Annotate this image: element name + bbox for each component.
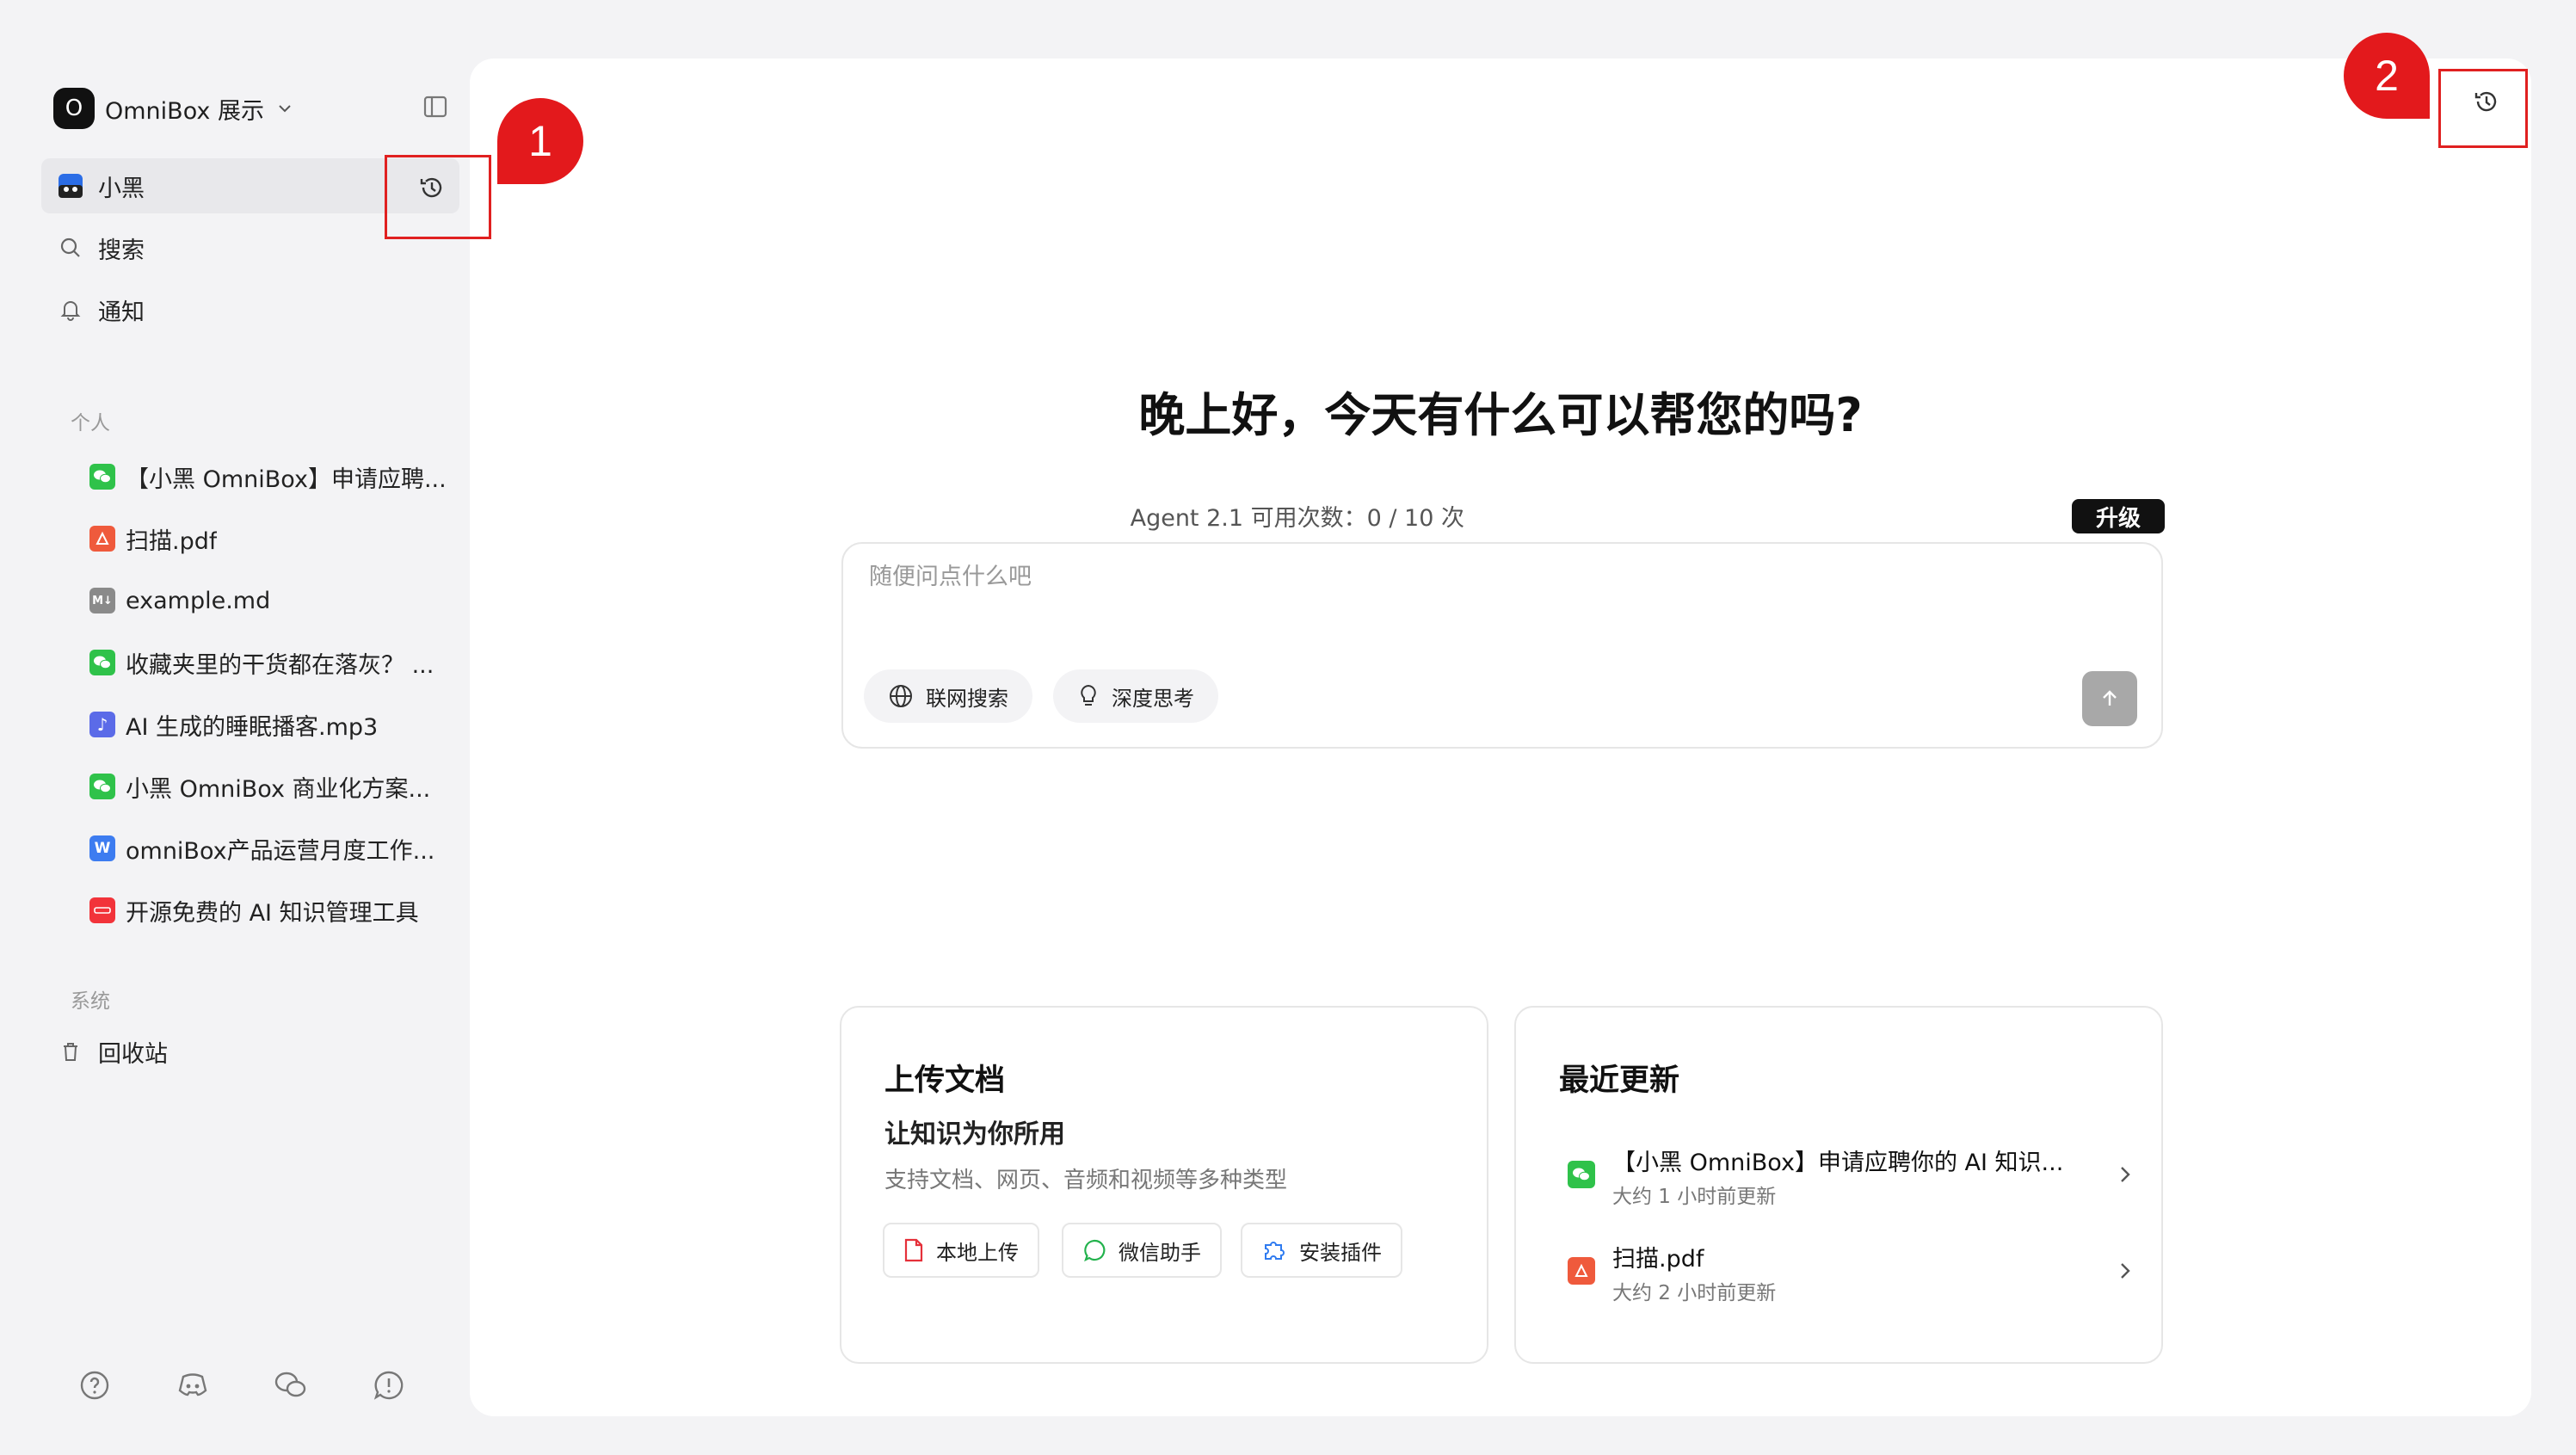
doc-label: 开源免费的 AI 知识管理工具 (126, 899, 419, 927)
chevron-right-icon (2121, 1167, 2130, 1182)
recent-item[interactable]: 扫描.pdf 大约 2 小时前更新 (1568, 1240, 2135, 1309)
sidebar-doc[interactable]: 收藏夹里的干货都在落灰？ ... (89, 642, 451, 683)
sidebar-doc[interactable]: 开源免费的 AI 知识管理工具 (89, 890, 451, 931)
recent-item-title: 扫描.pdf (1612, 1246, 1704, 1273)
deep-think-toggle[interactable]: 深度思考 (1053, 669, 1218, 723)
upgrade-button[interactable]: 升级 (2072, 499, 2165, 533)
wechat-icon (89, 464, 115, 490)
audio-icon: ♪ (89, 712, 115, 737)
web-search-toggle[interactable]: 联网搜索 (864, 669, 1032, 723)
arrow-up-icon (2103, 690, 2117, 706)
chevron-right-icon (2121, 1263, 2130, 1279)
upload-card-desc: 支持文档、网页、音频和视频等多种类型 (884, 1168, 1288, 1193)
sidebar-item-label: 回收站 (98, 1040, 168, 1068)
recent-item-time: 大约 1 小时前更新 (1612, 1186, 1777, 1208)
section-label-system: 系统 (71, 990, 110, 1013)
wechat-icon (89, 774, 115, 799)
puzzle-icon (1265, 1242, 1285, 1260)
recent-item-time: 大约 2 小时前更新 (1612, 1282, 1777, 1304)
sidebar-doc[interactable]: 小黑 OmniBox 商业化方案... (89, 766, 451, 807)
doc-label: example.md (126, 587, 271, 614)
pdf-icon (1568, 1257, 1595, 1285)
sidebar-item-label: 小黑 (98, 175, 145, 202)
chat-box: 联网搜索 深度思考 (841, 542, 2163, 749)
trash-icon (57, 1038, 84, 1065)
wechat-helper-button[interactable]: 微信助手 (1062, 1223, 1222, 1278)
globe-icon (890, 685, 912, 707)
local-upload-button[interactable]: 本地上传 (883, 1223, 1039, 1278)
chevron-down-icon (279, 105, 291, 113)
lightbulb-icon (1081, 684, 1096, 706)
doc-label: 小黑 OmniBox 商业化方案... (126, 775, 431, 803)
section-label-personal: 个人 (71, 412, 110, 435)
callout-box-2 (2438, 69, 2528, 148)
feedback-icon[interactable] (372, 1368, 406, 1403)
sidebar-doc[interactable]: 扫描.pdf (89, 518, 451, 559)
doc-label: 【小黑 OmniBox】申请应聘... (126, 465, 447, 493)
sidebar-doc[interactable]: ♪ AI 生成的睡眠播客.mp3 (89, 704, 451, 745)
upload-card: 上传文档 让知识为你所用 支持文档、网页、音频和视频等多种类型 本地上传 微信助… (840, 1006, 1488, 1364)
sidebar-footer (77, 1368, 406, 1403)
upload-card-subtitle: 让知识为你所用 (884, 1119, 1065, 1150)
workspace-name: OmniBox 展示 (105, 97, 264, 125)
doc-label: omniBox产品运营月度工作... (126, 837, 435, 865)
upload-card-title: 上传文档 (884, 1064, 1006, 1098)
help-icon[interactable] (77, 1368, 112, 1403)
markdown-icon: M↓ (89, 588, 115, 613)
greeting: 晚上好，今天有什么可以帮您的吗? (1138, 388, 1863, 442)
send-button[interactable] (2082, 671, 2137, 726)
wechat-icon[interactable] (274, 1368, 308, 1403)
sidebar-toggle-icon[interactable] (422, 93, 449, 120)
doc-label: 扫描.pdf (126, 527, 218, 555)
sidebar-item-label: 搜索 (98, 237, 145, 264)
workspace-logo: O (53, 88, 95, 129)
doc-label: 收藏夹里的干货都在落灰？ ... (126, 651, 434, 679)
pdf-icon (89, 526, 115, 552)
recent-card: 最近更新 【小黑 OmniBox】申请应聘你的 AI 知识... 大约 1 小时… (1514, 1006, 2163, 1364)
wechat-icon (1568, 1161, 1595, 1188)
word-icon: W (89, 835, 115, 861)
file-icon (904, 1238, 923, 1262)
main-panel: 晚上好，今天有什么可以帮您的吗? Agent 2.1 可用次数：0 / 10 次… (470, 59, 2531, 1416)
recent-item-title: 【小黑 OmniBox】申请应聘你的 AI 知识... (1612, 1150, 2064, 1176)
sidebar-doc[interactable]: W omniBox产品运营月度工作... (89, 828, 451, 869)
bell-icon (57, 296, 84, 324)
discord-icon[interactable] (176, 1368, 210, 1403)
agent-quota: Agent 2.1 可用次数：0 / 10 次 (1130, 505, 1464, 532)
sidebar-item-trash[interactable]: 回收站 (41, 1024, 456, 1079)
chat-input[interactable] (867, 563, 1989, 591)
search-icon (57, 234, 84, 262)
avatar-icon (57, 172, 84, 200)
chat-bubble-icon (1084, 1239, 1106, 1262)
sidebar-item-label: 通知 (98, 299, 145, 326)
install-plugin-button[interactable]: 安装插件 (1241, 1223, 1402, 1278)
sidebar-doc[interactable]: 【小黑 OmniBox】申请应聘... (89, 456, 451, 497)
callout-badge-2: 2 (2344, 33, 2430, 119)
wechat-icon (89, 650, 115, 675)
recent-item[interactable]: 【小黑 OmniBox】申请应聘你的 AI 知识... 大约 1 小时前更新 (1568, 1144, 2135, 1212)
sidebar-item-notifications[interactable]: 通知 (41, 282, 456, 337)
callout-badge-1: 1 (497, 98, 583, 184)
recent-card-title: 最近更新 (1559, 1064, 1680, 1098)
web-icon (89, 897, 115, 923)
workspace-switcher[interactable]: O OmniBox 展示 (53, 88, 295, 129)
sidebar-doc[interactable]: M↓ example.md (89, 580, 451, 621)
callout-box-1 (385, 155, 491, 239)
doc-label: AI 生成的睡眠播客.mp3 (126, 713, 379, 741)
